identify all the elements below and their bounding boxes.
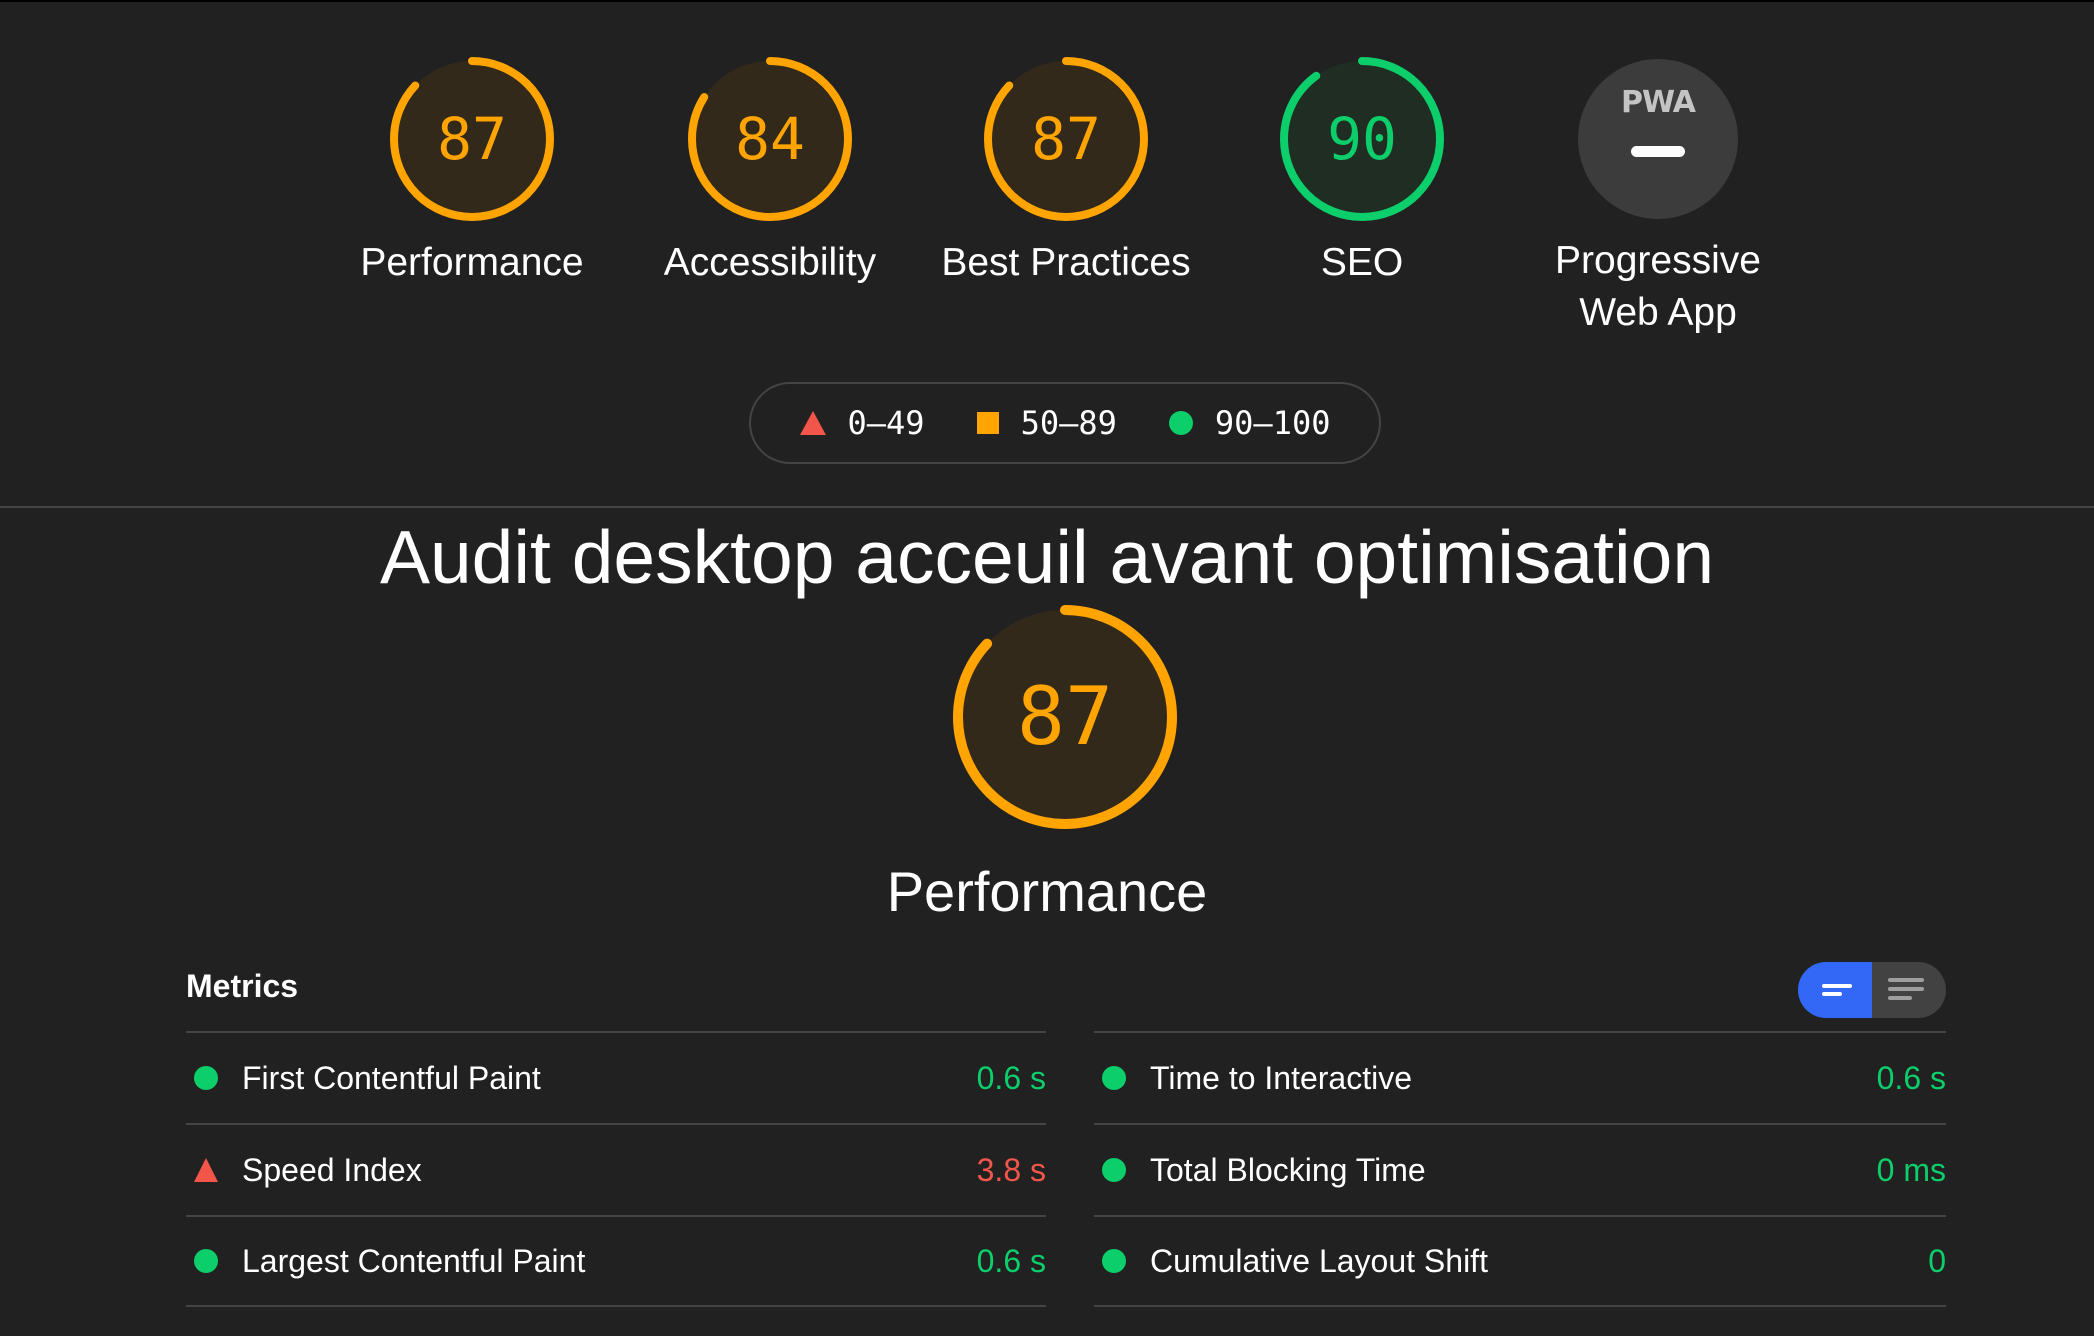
main-gauge-label: Performance <box>886 860 1208 923</box>
legend-fail: 0–49 <box>799 404 925 442</box>
pwa-label-line2: Web App <box>1579 291 1737 334</box>
metric-row: Speed Index 3.8 s <box>186 1123 1046 1215</box>
gauge-pwa[interactable]: PWA Progressive Web App <box>1498 57 1818 339</box>
metric-row: Cumulative Layout Shift 0 <box>1094 1215 1946 1307</box>
top-border <box>0 0 2094 2</box>
gauge-score: 87 <box>1031 105 1101 173</box>
score-legend: 0–49 50–89 90–100 <box>749 382 1381 464</box>
legend-pass-range: 90–100 <box>1214 404 1331 442</box>
average-square-icon <box>976 412 999 434</box>
gauge-best-practices[interactable]: 87 Best Practices <box>906 57 1226 289</box>
metric-name: Total Blocking Time <box>1150 1151 1426 1188</box>
metric-value: 0.6 s <box>976 1242 1046 1279</box>
pass-circle-icon <box>1168 411 1193 435</box>
section-divider <box>0 506 2094 508</box>
metric-name: Largest Contentful Paint <box>242 1242 586 1279</box>
legend-average-range: 50–89 <box>1020 404 1117 442</box>
metric-value: 0.6 s <box>976 1059 1046 1096</box>
pass-circle-icon <box>1102 1249 1126 1273</box>
gauge-seo[interactable]: 90 SEO <box>1202 57 1522 289</box>
metric-row: Total Blocking Time 0 ms <box>1094 1123 1946 1215</box>
gauge-label: Best Practices <box>941 241 1191 284</box>
pass-circle-icon <box>194 1249 218 1273</box>
gauge-label: Progressive Web App <box>1498 235 1818 339</box>
gauge-label: Accessibility <box>663 241 877 284</box>
metric-value: 0 <box>1928 1242 1946 1279</box>
metrics-view-toggle[interactable] <box>1798 962 1946 1018</box>
metric-name: Cumulative Layout Shift <box>1150 1242 1488 1279</box>
gauge-score: 90 <box>1327 105 1397 173</box>
gauge-score: 87 <box>437 105 507 173</box>
gauge-ring: 87 <box>390 57 554 221</box>
metrics-right-column: Time to Interactive 0.6 s Total Blocking… <box>1094 1031 1946 1307</box>
metric-row: Largest Contentful Paint 0.6 s <box>186 1215 1046 1307</box>
metric-row: Time to Interactive 0.6 s <box>1094 1031 1946 1123</box>
pwa-badge-icon: PWA <box>1578 59 1738 219</box>
detailed-view-button[interactable] <box>1872 962 1946 1018</box>
gauge-label: Performance <box>360 241 584 284</box>
metric-name: Time to Interactive <box>1150 1059 1413 1096</box>
legend-fail-range: 0–49 <box>847 404 925 442</box>
pwa-badge-text: PWA <box>1621 85 1696 120</box>
pwa-dash-icon <box>1631 146 1685 157</box>
metric-value: 0.6 s <box>1876 1059 1946 1096</box>
pass-circle-icon <box>1102 1066 1126 1090</box>
metric-name: First Contentful Paint <box>242 1059 541 1096</box>
metric-row: First Contentful Paint 0.6 s <box>186 1031 1046 1123</box>
gauge-ring: 87 <box>984 57 1148 221</box>
audit-title: Audit desktop acceuil avant optimisation <box>379 515 1715 599</box>
metric-value: 3.8 s <box>976 1151 1046 1188</box>
metrics-header: Metrics <box>186 968 299 1004</box>
legend-average: 50–89 <box>976 404 1117 442</box>
metric-name: Speed Index <box>242 1151 422 1188</box>
main-gauge-score: 87 <box>1016 670 1114 763</box>
gauge-accessibility[interactable]: 84 Accessibility <box>610 57 930 289</box>
gauge-ring: 90 <box>1280 57 1444 221</box>
main-performance-gauge: 87 <box>952 604 1178 830</box>
gauge-ring: 84 <box>688 57 852 221</box>
summary-view-button[interactable] <box>1798 962 1872 1018</box>
legend-pass: 90–100 <box>1168 404 1331 442</box>
pass-circle-icon <box>194 1066 218 1090</box>
fail-triangle-icon <box>194 1158 218 1182</box>
pwa-label-line1: Progressive <box>1555 239 1761 282</box>
metric-value: 0 ms <box>1876 1151 1946 1188</box>
pass-circle-icon <box>1102 1158 1126 1182</box>
metrics-left-column: First Contentful Paint 0.6 s Speed Index… <box>186 1031 1046 1307</box>
gauge-score: 84 <box>735 105 805 173</box>
gauge-label: SEO <box>1320 241 1404 284</box>
gauge-performance[interactable]: 87 Performance <box>312 57 632 289</box>
fail-triangle-icon <box>799 411 826 435</box>
